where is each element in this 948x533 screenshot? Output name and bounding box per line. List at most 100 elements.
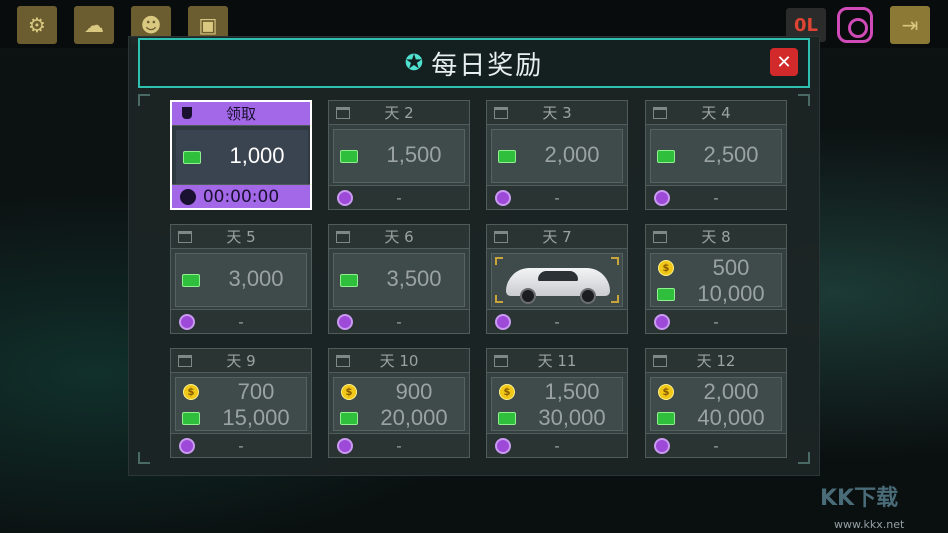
frame-corner xyxy=(611,257,619,265)
cloud-upload-icon[interactable]: ☁ xyxy=(74,6,114,44)
card-body: $ 900 20,000 xyxy=(333,377,465,431)
clock-icon xyxy=(179,314,195,330)
reward-card-day-10[interactable]: 天 10 $ 900 20,000 - xyxy=(328,348,470,458)
card-body: 1,500 xyxy=(333,129,465,183)
cash-icon xyxy=(182,412,200,425)
card-body: $ 1,500 30,000 xyxy=(491,377,623,431)
calendar-icon xyxy=(178,231,192,243)
card-footer: - xyxy=(171,309,311,333)
card-body: 3,500 xyxy=(333,253,465,307)
card-footer: - xyxy=(646,309,786,333)
settings-icon[interactable]: ⚙ xyxy=(17,6,57,44)
day-label: 天 8 xyxy=(701,228,731,246)
clock-icon xyxy=(337,314,353,330)
card-header: 天 11 xyxy=(487,349,627,373)
reward-card-day-8[interactable]: 天 8 $ 500 10,000 - xyxy=(645,224,787,334)
clock-icon xyxy=(654,190,670,206)
calendar-icon xyxy=(494,231,508,243)
card-header: 天 9 xyxy=(171,349,311,373)
cash-icon xyxy=(340,274,358,287)
card-body: $ 500 10,000 xyxy=(650,253,782,307)
clock-icon xyxy=(495,190,511,206)
coin-icon: $ xyxy=(658,384,674,400)
frame-corner xyxy=(495,295,503,303)
coin-icon: $ xyxy=(341,384,357,400)
status-text: - xyxy=(554,436,560,455)
reward-card-day-3[interactable]: 天 3 2,000 - xyxy=(486,100,628,210)
exit-door-icon[interactable]: ⇥ xyxy=(890,6,930,44)
card-header: 天 7 xyxy=(487,225,627,249)
card-header: 天 3 xyxy=(487,101,627,125)
clock-icon xyxy=(180,189,196,205)
reward-card-day-1[interactable]: 领取 1,000 00:00:00 xyxy=(170,100,312,210)
day-label: 天 12 xyxy=(696,352,736,370)
card-footer: - xyxy=(487,433,627,457)
wheel-icon xyxy=(580,288,596,304)
cash-amount: 3,000 xyxy=(228,266,284,291)
cash-icon xyxy=(657,412,675,425)
calendar-icon xyxy=(653,355,667,367)
card-footer: - xyxy=(329,309,469,333)
claim-label: 领取 xyxy=(225,105,256,123)
cash-amount: 1,000 xyxy=(229,143,285,168)
reward-card-day-9[interactable]: 天 9 $ 700 15,000 - xyxy=(170,348,312,458)
coin-amount: 500 xyxy=(712,255,750,280)
title-bar: ✪ 每日奖励 xyxy=(138,38,810,88)
day-label: 天 9 xyxy=(226,352,256,370)
card-header: 天 5 xyxy=(171,225,311,249)
reward-card-day-2[interactable]: 天 2 1,500 - xyxy=(328,100,470,210)
cash-icon xyxy=(340,150,358,163)
calendar-icon xyxy=(653,107,667,119)
card-header: 天 6 xyxy=(329,225,469,249)
day-label: 天 4 xyxy=(701,104,731,122)
calendar-icon xyxy=(336,107,350,119)
reward-card-day-11[interactable]: 天 11 $ 1,500 30,000 - xyxy=(486,348,628,458)
card-footer: - xyxy=(171,433,311,457)
cash-amount: 30,000 xyxy=(538,405,606,430)
close-button[interactable]: ✕ xyxy=(770,48,798,76)
frame-corner xyxy=(138,94,150,106)
clock-icon xyxy=(179,438,195,454)
cash-amount: 40,000 xyxy=(697,405,765,430)
card-footer: - xyxy=(329,185,469,209)
reward-card-day-6[interactable]: 天 6 3,500 - xyxy=(328,224,470,334)
cash-icon xyxy=(498,412,516,425)
frame-corner xyxy=(611,295,619,303)
calendar-icon xyxy=(178,355,192,367)
cash-amount: 15,000 xyxy=(222,405,290,430)
clock-icon xyxy=(337,438,353,454)
card-footer: - xyxy=(487,309,627,333)
clock-icon xyxy=(495,438,511,454)
cash-amount: 2,500 xyxy=(703,142,759,167)
frame-corner xyxy=(138,452,150,464)
day-label: 天 3 xyxy=(542,104,572,122)
reward-card-day-7[interactable]: 天 7 - xyxy=(486,224,628,334)
reward-card-day-12[interactable]: 天 12 $ 2,000 40,000 - xyxy=(645,348,787,458)
coin-amount: 700 xyxy=(237,379,275,404)
calendar-icon xyxy=(653,231,667,243)
status-text: - xyxy=(713,436,719,455)
card-body: 1,000 xyxy=(176,130,308,184)
badge-icon: ✪ xyxy=(404,50,424,76)
status-text: - xyxy=(554,188,560,207)
instagram-icon[interactable] xyxy=(837,7,873,43)
card-footer: - xyxy=(646,433,786,457)
card-body: 2,500 xyxy=(650,129,782,183)
status-text: - xyxy=(238,312,244,331)
cash-icon xyxy=(340,412,358,425)
coin-icon: $ xyxy=(658,260,674,276)
calendar-icon xyxy=(336,231,350,243)
cash-amount: 1,500 xyxy=(386,142,442,167)
car-reward xyxy=(491,253,623,307)
cash-icon xyxy=(657,288,675,301)
clock-icon xyxy=(654,438,670,454)
cash-amount: 10,000 xyxy=(697,281,765,306)
watermark-url: www.kkx.net xyxy=(834,518,905,531)
day-label: 天 10 xyxy=(379,352,419,370)
status-text: - xyxy=(396,436,402,455)
coin-amount: 1,500 xyxy=(544,379,600,404)
status-text: - xyxy=(238,436,244,455)
reward-card-day-5[interactable]: 天 5 3,000 - xyxy=(170,224,312,334)
coin-icon: $ xyxy=(499,384,515,400)
reward-card-day-4[interactable]: 天 4 2,500 - xyxy=(645,100,787,210)
